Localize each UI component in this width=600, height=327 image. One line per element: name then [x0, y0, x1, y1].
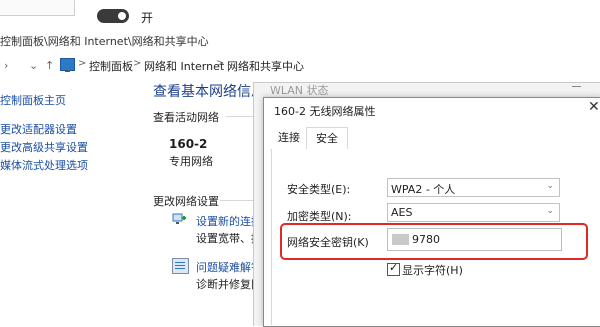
security-type-select[interactable]: WPA2 - 个人 ⌄	[387, 178, 560, 197]
forward-arrow-icon[interactable]: ›	[4, 59, 8, 72]
new-connection-icon	[172, 213, 186, 224]
tab-security[interactable]: 安全	[306, 127, 348, 151]
security-type-label: 安全类型(E):	[287, 183, 351, 196]
network-type: 专用网络	[169, 155, 213, 168]
encryption-type-value: AES	[391, 206, 413, 219]
breadcrumb-control-panel[interactable]: 控制面板	[89, 58, 133, 74]
recent-locations-chevron-icon[interactable]: ⌄	[29, 59, 38, 72]
nav-media-streaming-options[interactable]: 媒体流式处理选项	[0, 157, 88, 173]
chevron-down-icon: ⌄	[546, 181, 554, 191]
breadcrumb-separator: >	[216, 58, 225, 69]
show-characters-checkbox[interactable]	[387, 261, 400, 276]
chevron-down-icon: ⌄	[546, 206, 554, 216]
encryption-type-label: 加密类型(N):	[287, 210, 352, 223]
security-type-value: WPA2 - 个人	[391, 183, 456, 196]
settings-toggle-strip	[0, 0, 600, 33]
tab-connection[interactable]: 连接	[272, 127, 306, 149]
encryption-type-select[interactable]: AES ⌄	[387, 203, 560, 222]
control-panel-icon	[60, 58, 75, 72]
nav-control-panel-home[interactable]: 控制面板主页	[0, 92, 66, 108]
previous-window-edge	[0, 0, 75, 16]
wlan-status-title: WLAN 状态	[270, 84, 329, 97]
section-divider	[220, 200, 256, 201]
up-arrow-icon[interactable]: ↑	[45, 59, 54, 72]
breadcrumb-sharing-center[interactable]: 网络和共享中心	[227, 58, 304, 74]
breadcrumb-separator: >	[78, 58, 87, 69]
active-networks-label: 查看活动网络	[153, 111, 219, 124]
minimize-icon[interactable]	[572, 86, 581, 87]
troubleshoot-icon	[172, 258, 189, 274]
breadcrumb-separator: >	[133, 58, 142, 69]
window-title: 控制面板\网络和 Internet\网络和共享中心	[0, 35, 209, 48]
on-off-toggle[interactable]	[97, 9, 129, 23]
network-name: 160-2	[169, 137, 208, 151]
show-characters-label[interactable]: 显示字符(H)	[402, 262, 463, 278]
nav-change-advanced-sharing[interactable]: 更改高级共享设置	[0, 139, 88, 155]
dialog-title: 160-2 无线网络属性	[274, 105, 376, 118]
section-divider	[226, 116, 256, 117]
toggle-state-label: 开	[141, 11, 154, 25]
change-settings-label: 更改网络设置	[153, 195, 219, 208]
toggle-knob	[118, 12, 126, 20]
nav-change-adapter-settings[interactable]: 更改适配器设置	[0, 121, 77, 137]
breadcrumb-network-internet[interactable]: 网络和 Internet	[144, 58, 224, 74]
close-icon[interactable]: ✕	[588, 99, 600, 115]
highlight-box	[280, 223, 588, 260]
